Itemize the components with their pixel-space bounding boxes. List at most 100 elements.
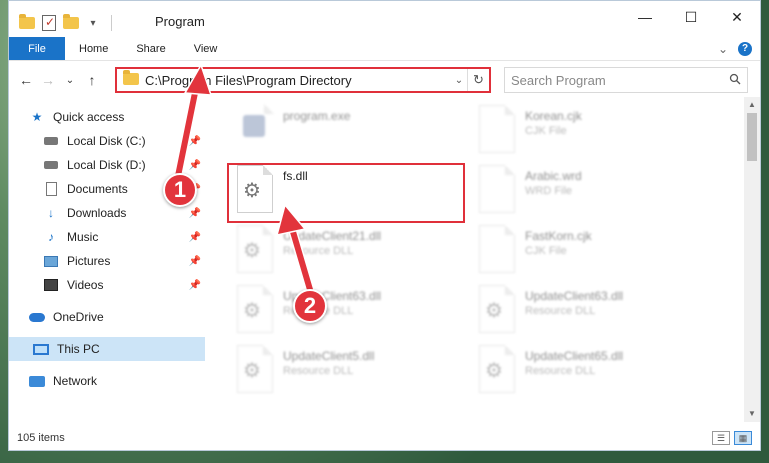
sidebar-item-label: OneDrive <box>53 310 104 324</box>
toolbar-divider <box>111 15 112 31</box>
file-item-program-exe[interactable]: program.exe <box>237 104 477 161</box>
large-icons-view-icon[interactable]: ▦ <box>734 431 752 445</box>
file-item-korean-cjk[interactable]: Korean.cjk CJK File <box>479 105 719 161</box>
file-item-fastkorn-cjk[interactable]: FastKorn.cjk CJK File <box>479 225 719 281</box>
minimize-button[interactable]: — <box>622 1 668 33</box>
sidebar-item-label: This PC <box>57 342 100 356</box>
tab-view[interactable]: View <box>180 37 232 60</box>
download-icon: ↓ <box>48 206 54 220</box>
computer-icon <box>33 341 49 357</box>
search-placeholder: Search Program <box>511 72 606 88</box>
file-icon <box>479 105 515 153</box>
details-view-icon[interactable]: ☰ <box>712 431 730 445</box>
expand-ribbon-icon[interactable]: ⌄ <box>718 42 728 56</box>
folder-icon <box>19 14 35 31</box>
step-2-badge: 2 <box>293 289 327 323</box>
file-item-updateclient5-dll[interactable]: ⚙ UpdateClient5.dll Resource DLL <box>237 345 477 401</box>
status-bar: 105 items ☰ ▦ <box>9 426 760 450</box>
folder-icon <box>117 69 145 88</box>
star-icon: ★ <box>31 110 43 124</box>
recent-locations-button[interactable]: ⌄ <box>59 75 81 86</box>
file-type: Resource DLL <box>525 305 596 317</box>
network-icon <box>29 373 45 389</box>
up-button[interactable]: ↑ <box>81 72 103 88</box>
file-name: program.exe <box>283 109 351 123</box>
dll-icon: ⚙ <box>237 285 273 333</box>
file-type: Resource DLL <box>283 365 354 377</box>
address-row: ← → ⌄ ↑ C:\Program Files\Program Directo… <box>9 65 760 95</box>
address-dropdown-icon[interactable]: ⌄ <box>451 75 467 86</box>
file-name: FastKorn.cjk <box>525 229 592 243</box>
item-count: 105 items <box>17 432 65 444</box>
vertical-scrollbar[interactable]: ▲ ▼ <box>744 97 760 422</box>
pin-icon[interactable]: 📌 <box>189 208 201 219</box>
scroll-thumb[interactable] <box>747 113 757 161</box>
dll-icon: ⚙ <box>237 225 273 273</box>
document-icon <box>43 181 59 197</box>
close-button[interactable]: ✕ <box>714 1 760 33</box>
file-type: Resource DLL <box>525 365 596 377</box>
sidebar-item-label: Network <box>53 374 98 388</box>
sidebar-item-label: Videos <box>67 278 104 292</box>
sidebar-item-this-pc[interactable]: This PC <box>9 337 205 361</box>
sidebar-item-music[interactable]: ♪ Music 📌 <box>43 225 205 249</box>
file-name: Arabic.wrd <box>525 169 582 183</box>
sidebar-item-onedrive[interactable]: OneDrive <box>29 305 205 329</box>
view-toggle: ☰ ▦ <box>712 431 760 445</box>
file-explorer-window: ▾ Program — ☐ ✕ File Home Share View ⌄ ?… <box>8 0 761 451</box>
file-name: UpdateClient63.dll <box>525 289 624 303</box>
quick-access-toolbar: ▾ <box>9 14 116 31</box>
dll-icon: ⚙ <box>479 285 515 333</box>
scroll-down-icon[interactable]: ▼ <box>744 406 760 422</box>
file-type: CJK File <box>525 125 567 137</box>
file-name: Korean.cjk <box>525 109 582 123</box>
dll-icon: ⚙ <box>237 345 273 393</box>
sidebar-item-pictures[interactable]: Pictures 📌 <box>43 249 205 273</box>
tab-file[interactable]: File <box>9 37 65 60</box>
search-icon[interactable] <box>723 73 747 88</box>
file-name: UpdateClient65.dll <box>525 349 624 363</box>
file-item-updateclient65-dll[interactable]: ⚙ UpdateClient65.dll Resource DLL <box>479 345 719 401</box>
file-icon <box>479 165 515 213</box>
tab-share[interactable]: Share <box>122 37 179 60</box>
sidebar-item-label: Pictures <box>67 254 111 268</box>
properties-icon[interactable] <box>41 15 57 31</box>
maximize-button[interactable]: ☐ <box>668 1 714 33</box>
back-button[interactable]: ← <box>15 72 37 88</box>
forward-button[interactable]: → <box>37 72 59 88</box>
file-icon <box>479 225 515 273</box>
selected-file-highlight <box>227 163 465 223</box>
sidebar-item-network[interactable]: Network <box>29 369 205 393</box>
sidebar-item-label: Documents <box>67 182 128 196</box>
tab-home[interactable]: Home <box>65 37 122 60</box>
music-icon: ♪ <box>48 230 54 244</box>
refresh-button[interactable]: ↻ <box>467 69 489 91</box>
search-input[interactable]: Search Program <box>504 67 748 93</box>
file-type: CJK File <box>525 245 567 257</box>
file-type: WRD File <box>525 185 573 197</box>
pin-icon[interactable]: 📌 <box>189 256 201 267</box>
file-item-updateclient63-dll-2[interactable]: ⚙ UpdateClient63.dll Resource DLL <box>479 285 719 341</box>
sidebar-item-label: Music <box>67 230 99 244</box>
exe-icon <box>237 104 274 153</box>
sidebar-item-label: Downloads <box>67 206 127 220</box>
sidebar-item-videos[interactable]: Videos 📌 <box>43 273 205 297</box>
step-1-badge: 1 <box>163 173 197 207</box>
file-name: UpdateClient5.dll <box>283 349 375 363</box>
help-icon[interactable]: ? <box>738 41 752 56</box>
disk-icon <box>43 133 59 149</box>
pictures-icon <box>43 253 59 269</box>
sidebar-item-label: Local Disk (C:) <box>67 134 146 148</box>
pin-icon[interactable]: 📌 <box>189 280 201 291</box>
disk-icon <box>43 157 59 173</box>
customize-toolbar-icon[interactable]: ▾ <box>85 15 101 31</box>
cloud-icon <box>29 309 45 325</box>
file-item-arabic-wrd[interactable]: Arabic.wrd WRD File <box>479 165 719 221</box>
sidebar-item-label: Quick access <box>53 110 125 124</box>
sidebar-item-label: Local Disk (D:) <box>67 158 146 172</box>
pin-icon[interactable]: 📌 <box>189 232 201 243</box>
ribbon: File Home Share View ⌄ ? <box>9 37 760 61</box>
scroll-up-icon[interactable]: ▲ <box>744 97 760 113</box>
videos-icon <box>43 277 59 293</box>
new-folder-icon[interactable] <box>63 14 79 31</box>
